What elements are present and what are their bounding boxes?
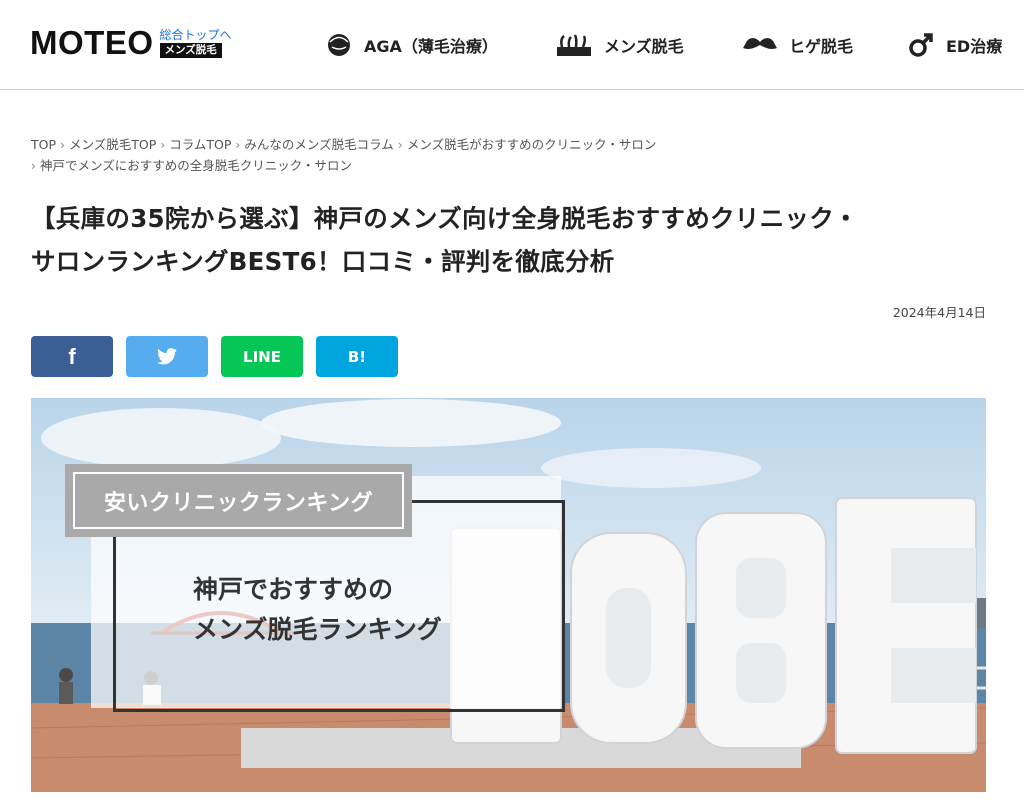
share-line-button[interactable]: LINE	[221, 336, 303, 377]
publish-date: 2024年4月14日	[892, 305, 986, 320]
twitter-bird-icon	[157, 348, 177, 365]
breadcrumb-current: 神戸でメンズにおすすめの全身脱毛クリニック・サロン	[40, 158, 353, 173]
nav-label-hige-datsumo: ヒゲ脱毛	[789, 37, 854, 56]
head-icon	[328, 34, 350, 56]
breadcrumb: TOP › メンズ脱毛TOP › コラムTOP › みんなのメンズ脱毛コラム › メンズ脱毛がお…	[31, 134, 991, 176]
breadcrumb-separator: ›	[397, 137, 403, 152]
share-twitter-button[interactable]	[126, 336, 208, 377]
hero-headline-line-1: 神戸でおすすめの	[193, 575, 394, 604]
nav-item-hige-datsumo[interactable]: ヒゲ脱毛	[743, 30, 853, 60]
nav-label-ed: ED治療	[946, 37, 1003, 56]
hero-badge: 安いクリニックランキング	[65, 464, 412, 537]
mustache-icon	[743, 38, 777, 49]
site-header: MOTEO 総合トップへ メンズ脱毛 AGA（薄毛治療） メンズ脱毛 ヒゲ脱毛 …	[0, 0, 1024, 90]
breadcrumb-separator: ›	[235, 137, 241, 152]
facebook-icon: f	[68, 343, 76, 369]
page-title: 【兵庫の35院から選ぶ】神戸のメンズ向け全身脱毛おすすめクリニック・ サロンラン…	[31, 197, 991, 283]
hair-icon	[557, 34, 591, 56]
breadcrumb-mens-top[interactable]: メンズ脱毛TOP	[69, 137, 156, 152]
hero-headline-line-2: メンズ脱毛ランキング	[193, 615, 442, 644]
hero-headline: 神戸でおすすめの メンズ脱毛ランキング	[193, 570, 442, 650]
nav-item-aga[interactable]: AGA（薄毛治療）	[326, 30, 498, 60]
breadcrumb-column-top[interactable]: コラムTOP	[169, 137, 231, 152]
nav-item-mens-datsumo[interactable]: メンズ脱毛	[556, 30, 684, 60]
share-hatena-button[interactable]: B!	[316, 336, 398, 377]
male-symbol-icon	[909, 33, 933, 57]
breadcrumb-separator: ›	[31, 158, 36, 173]
breadcrumb-separator: ›	[160, 137, 166, 152]
breadcrumb-separator: ›	[60, 137, 66, 152]
title-line-1: 【兵庫の35院から選ぶ】神戸のメンズ向け全身脱毛おすすめクリニック・	[31, 204, 859, 233]
title-line-2: サロンランキングBEST6！口コミ・評判を徹底分析	[31, 247, 615, 276]
breadcrumb-recommend[interactable]: メンズ脱毛がおすすめのクリニック・サロン	[407, 137, 657, 152]
main-nav: AGA（薄毛治療） メンズ脱毛 ヒゲ脱毛 ED治療	[0, 30, 1024, 60]
breadcrumb-top[interactable]: TOP	[31, 137, 56, 152]
breadcrumb-minna-column[interactable]: みんなのメンズ脱毛コラム	[244, 137, 393, 152]
nav-label-mens-datsumo: メンズ脱毛	[604, 37, 684, 56]
nav-item-ed[interactable]: ED治療	[908, 30, 1002, 60]
breadcrumb-current-row: › 神戸でメンズにおすすめの全身脱毛クリニック・サロン	[31, 155, 991, 176]
hero-badge-text: 安いクリニックランキング	[103, 490, 374, 516]
share-facebook-button[interactable]: f	[31, 336, 113, 377]
share-buttons: f LINE B!	[31, 336, 398, 377]
hero-image: 安いクリニックランキング 神戸でおすすめの メンズ脱毛ランキング	[31, 398, 986, 792]
nav-label-aga: AGA（薄毛治療）	[364, 37, 498, 56]
